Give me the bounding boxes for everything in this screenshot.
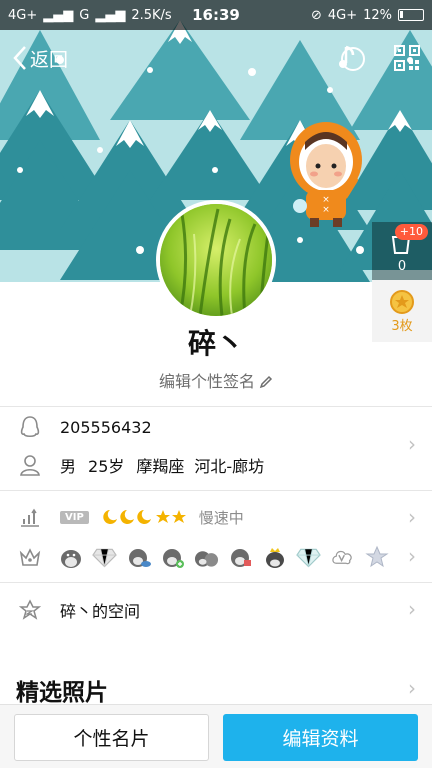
chevron-right-icon[interactable]: › [408, 597, 416, 621]
avatar-grass-image [160, 204, 272, 316]
penguin-crown-badge-icon [262, 545, 287, 570]
qzone-star-icon [18, 598, 42, 622]
signal-bars-icon: ▂▄▆ [43, 7, 74, 23]
level-chart-icon [18, 505, 42, 529]
crown-icon [18, 545, 42, 569]
medal-icon [390, 289, 414, 314]
mute-icon: ⊘ [310, 7, 322, 23]
gift-counter-button[interactable]: +10 0 [372, 222, 432, 280]
qq-number-row[interactable]: 205556432 [0, 412, 432, 442]
network-indicator: 4G+ [8, 7, 38, 23]
chevron-right-icon[interactable]: › [408, 544, 416, 568]
edit-profile-button[interactable]: 编辑资料 [223, 714, 418, 761]
gender: 男 [60, 457, 77, 476]
battery-percent: 12% [363, 7, 392, 23]
edit-signature-link[interactable]: 编辑个性签名 [0, 368, 432, 393]
star-badge-icon [364, 545, 389, 570]
network-indicator-3: 4G+ [327, 7, 358, 23]
divider [0, 406, 432, 407]
qzone-label: 碎丶的空间 [60, 602, 141, 621]
badge-list [58, 545, 389, 570]
chevron-right-icon[interactable]: › [408, 505, 416, 529]
level-row[interactable]: VIP 慢速中 [0, 503, 432, 531]
battery-icon [398, 9, 424, 21]
penguin-plus-badge-icon [160, 545, 185, 570]
vip-tag: VIP [60, 510, 89, 524]
qr-code-icon[interactable] [394, 45, 420, 71]
zodiac: 摩羯座 [136, 457, 185, 476]
chevron-right-icon[interactable]: › [408, 676, 416, 700]
profile-name: 碎丶 [187, 327, 244, 360]
status-bar: 4G+ ▂▄▆ G ▂▄▆ 2.5K/s 16:39 ⊘ 4G+ 12% [0, 0, 432, 30]
divider [0, 490, 432, 491]
moon-star-level-icons [103, 510, 186, 524]
chevron-left-icon [13, 46, 26, 70]
user-icon [18, 453, 42, 477]
music-note-icon[interactable] [336, 43, 366, 73]
diamond-badge-icon [92, 545, 117, 570]
signature-text: 编辑个性签名 [158, 372, 255, 391]
network-speed: 2.5K/s [131, 7, 172, 23]
pencil-icon [259, 374, 273, 393]
bottom-action-bar: 个性名片 编辑资料 [0, 704, 432, 768]
featured-photos-title: 精选照片 [16, 680, 108, 706]
svg-text:×: × [322, 205, 330, 215]
avatar[interactable] [156, 200, 276, 320]
back-label: 返回 [30, 48, 69, 71]
penguin-fish-badge-icon [126, 545, 151, 570]
network-indicator-2: G [79, 7, 90, 23]
level-icons [101, 508, 187, 526]
level-status: 慢速中 [198, 508, 244, 527]
signal-bars-icon-2: ▂▄▆ [95, 7, 126, 23]
penguin-pair-badge-icon [194, 545, 219, 570]
back-button[interactable]: 返回 [12, 45, 68, 72]
divider [0, 582, 432, 583]
gift-new-badge: +10 [394, 224, 428, 240]
badges-row[interactable] [0, 541, 432, 573]
gift-count: 0 [397, 259, 407, 274]
chevron-right-icon[interactable]: › [408, 432, 416, 456]
age: 25岁 [88, 457, 125, 476]
svg-text:×: × [322, 195, 330, 205]
cloud-v-badge-icon [330, 545, 355, 570]
personal-info-row[interactable]: 男 25岁 摩羯座 河北-廊坊 [0, 450, 432, 480]
nav-bar: 返回 [0, 30, 432, 86]
qzone-row[interactable]: 碎丶的空间 [0, 595, 432, 625]
penguin-gift-badge-icon [228, 545, 253, 570]
diamond-badge-icon-2 [296, 545, 321, 570]
profile-card-button[interactable]: 个性名片 [14, 714, 209, 761]
qq-number: 205556432 [60, 417, 152, 437]
location: 河北-廊坊 [194, 457, 265, 476]
penguin-icon [18, 415, 42, 439]
penguin-badge-icon [58, 545, 83, 570]
